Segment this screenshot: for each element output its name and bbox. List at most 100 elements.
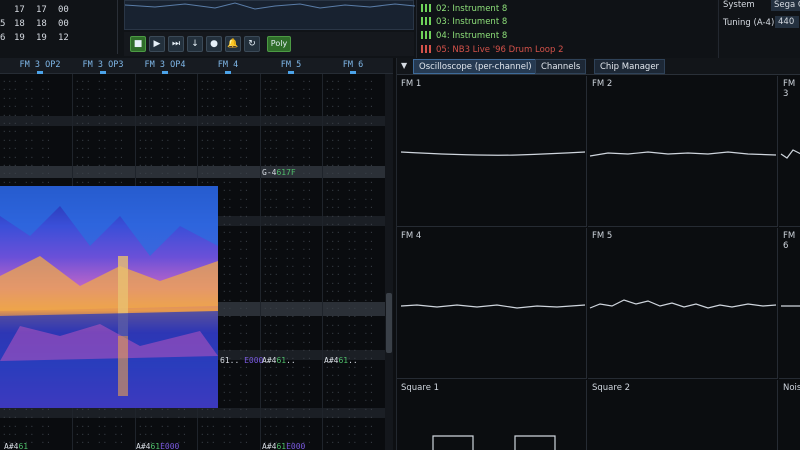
- scope-square1: Square 1: [397, 380, 587, 450]
- waveform-graphic: [124, 2, 416, 10]
- scope-waveform: [400, 151, 586, 156]
- tab-channels[interactable]: Channels: [535, 59, 587, 74]
- scope-label: Square 2: [592, 383, 631, 393]
- channel-indicator: [162, 71, 168, 74]
- tab-chip-manager[interactable]: Chip Manager: [594, 59, 666, 74]
- pattern-scrollbar[interactable]: [385, 74, 393, 450]
- note-effect: 7F: [286, 168, 296, 177]
- pattern-scroll-thumb[interactable]: [386, 293, 392, 353]
- pattern-column[interactable]: ... .. .. ... .. .. ... .. .. ... .. .. …: [263, 76, 321, 448]
- sample-waveform: [124, 0, 416, 30]
- tuning-input[interactable]: 440: [775, 16, 799, 28]
- tab-oscilloscope[interactable]: Oscilloscope (per-channel): [413, 59, 538, 74]
- instrument-label: 04: Instrument 8: [436, 31, 508, 41]
- note-instrument: 61: [18, 442, 29, 450]
- system-select[interactable]: Sega Genesis: [771, 0, 800, 11]
- instrument-item[interactable]: 05: NB3 Live '96 Drum Loop 2: [421, 45, 564, 58]
- channel-header[interactable]: FM 4: [198, 60, 258, 70]
- scope-waveform: [432, 435, 556, 450]
- note-instrument: 61: [338, 356, 349, 365]
- order-cell: 00: [58, 5, 69, 15]
- note-instrument: 61: [150, 442, 161, 450]
- bell-icon[interactable]: 🔔: [225, 36, 241, 52]
- scope-fm4: FM 4: [397, 228, 587, 379]
- channel-header[interactable]: FM 5: [261, 60, 321, 70]
- order-cell: 18: [36, 19, 47, 29]
- order-list[interactable]: 17 17 00 5 18 18 00 6 19 19 12: [0, 0, 118, 54]
- channel-header[interactable]: FM 6: [323, 60, 383, 70]
- cave-picture: [0, 186, 218, 408]
- order-row[interactable]: 17 17 00: [0, 5, 118, 19]
- note-instrument: ..: [229, 356, 240, 365]
- channel-header[interactable]: FM 3 OP4: [135, 60, 195, 70]
- order-cell: 19: [14, 33, 25, 43]
- pattern-note[interactable]: A#461E000: [136, 442, 179, 450]
- order-row[interactable]: 5 18 18 00: [0, 19, 118, 33]
- scope-waveform: [781, 305, 800, 307]
- scope-fm1: FM 1: [397, 76, 587, 227]
- scope-waveform: [589, 299, 777, 309]
- note-pitch: A#4: [262, 356, 277, 365]
- tuning-label: Tuning (A-4): [723, 18, 775, 28]
- note-pitch: A#4: [262, 442, 277, 450]
- note-instrument: 61: [276, 442, 287, 450]
- order-cell: 17: [14, 5, 25, 15]
- scope-fm2: FM 2: [588, 76, 778, 227]
- channel-header[interactable]: FM 3 OP2: [10, 60, 70, 70]
- note-pitch: G-4: [262, 168, 277, 177]
- order-cell: 5: [0, 19, 6, 29]
- pattern-note[interactable]: A#461E000: [262, 442, 305, 450]
- instrument-icon: [421, 4, 431, 12]
- pattern-note[interactable]: A#461..: [324, 356, 358, 365]
- scope-fm3: FM 3: [779, 76, 800, 227]
- order-row[interactable]: 6 19 19 12: [0, 33, 118, 47]
- pattern-note[interactable]: G-4617F: [262, 168, 296, 177]
- scope-waveform: [400, 304, 586, 309]
- pattern-note[interactable]: A#461..: [262, 356, 296, 365]
- order-cell: 17: [36, 5, 47, 15]
- instrument-list: 02: Instrument 8 03: Instrument 8 04: In…: [416, 0, 716, 58]
- overlay-image: [0, 186, 218, 408]
- scope-fm6: FM 6: [779, 228, 800, 379]
- scope-square2: Square 2: [588, 380, 778, 450]
- instrument-icon: [421, 17, 431, 25]
- collapse-arrow-icon[interactable]: ▼: [401, 61, 407, 70]
- order-cell: 18: [14, 19, 25, 29]
- pattern-note[interactable]: A#461: [4, 442, 28, 450]
- instrument-item[interactable]: 04: Instrument 8: [421, 31, 507, 44]
- step-forward-icon[interactable]: ⏭: [168, 36, 184, 52]
- pattern-note[interactable]: 61.. E000: [220, 356, 263, 365]
- oscilloscope-panel: ▼ Oscilloscope (per-channel) Channels Ch…: [396, 58, 800, 450]
- note-instrument: 61: [276, 168, 287, 177]
- poly-button[interactable]: Poly: [267, 36, 291, 52]
- channel-header[interactable]: FM 3 OP3: [73, 60, 133, 70]
- note-effect: ..: [286, 356, 296, 365]
- stop-icon[interactable]: ■: [130, 36, 146, 52]
- note-pitch: A#4: [4, 442, 19, 450]
- repeat-icon[interactable]: ↻: [244, 36, 260, 52]
- instrument-label: 03: Instrument 8: [436, 17, 508, 27]
- instrument-icon: [421, 31, 431, 39]
- system-info: System Sega Genesis Tuning (A-4) 440: [718, 0, 800, 58]
- instrument-item[interactable]: 03: Instrument 8: [421, 17, 507, 30]
- instrument-item[interactable]: 02: Instrument 8: [421, 4, 507, 17]
- note-instrument: 61: [276, 356, 287, 365]
- scope-label: Noise: [783, 383, 800, 393]
- order-cell: 12: [58, 33, 69, 43]
- channel-indicator: [288, 71, 294, 74]
- channel-indicator: [100, 71, 106, 74]
- pattern-column[interactable]: ... .. .. ... .. .. ... .. .. ... .. .. …: [325, 76, 383, 448]
- record-icon[interactable]: ●: [206, 36, 222, 52]
- note-pitch: A#4: [324, 356, 339, 365]
- note-effect: ..: [348, 356, 358, 365]
- system-label: System: [723, 0, 755, 10]
- pattern-editor[interactable]: FM 3 OP2 FM 3 OP3 FM 3 OP4 FM 4 FM 5 FM …: [0, 58, 393, 450]
- channel-indicator: [225, 71, 231, 74]
- play-icon[interactable]: ▶: [149, 36, 165, 52]
- scope-fm5: FM 5: [588, 228, 778, 379]
- note-effect: E000: [286, 442, 306, 450]
- arrow-down-icon[interactable]: ↓: [187, 36, 203, 52]
- scope-waveform: [780, 149, 800, 159]
- note-effect: E000: [244, 356, 264, 365]
- channel-indicator: [37, 71, 43, 74]
